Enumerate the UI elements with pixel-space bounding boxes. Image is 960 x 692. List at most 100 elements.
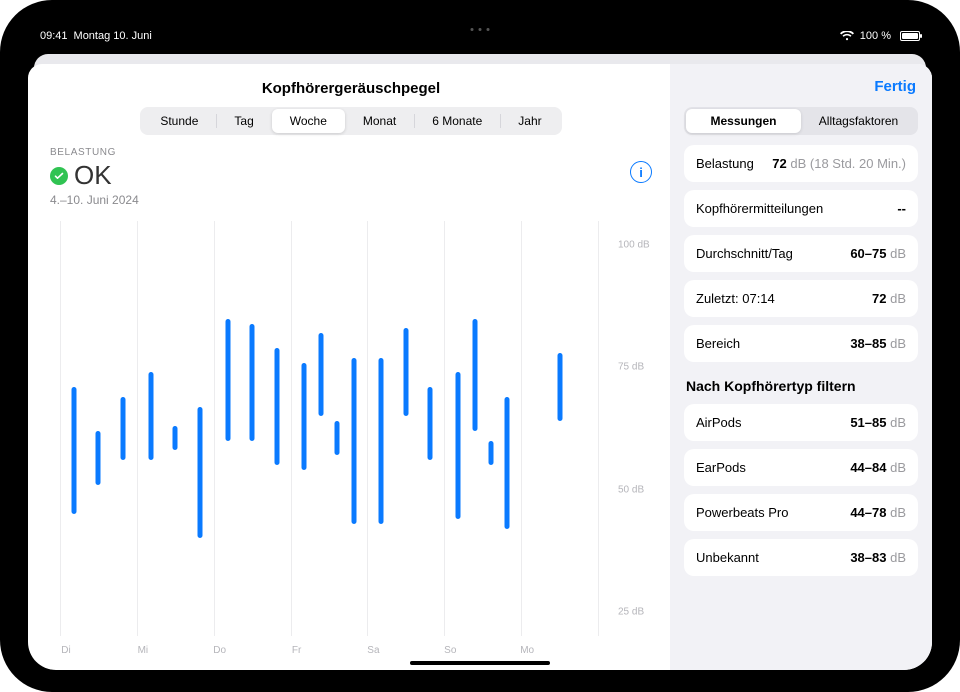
main-panel: Kopfhörergeräuschpegel StundeTagWocheMon… bbox=[28, 64, 670, 670]
filter-card-3-label: Unbekannt bbox=[696, 550, 759, 565]
timescale-monat[interactable]: Monat bbox=[345, 109, 414, 133]
date-range: 4.–10. Juni 2024 bbox=[50, 193, 139, 207]
range-bar[interactable] bbox=[121, 397, 126, 460]
filter-card-0[interactable]: AirPods 51–85 dB bbox=[684, 404, 918, 441]
x-tick-label: Sa bbox=[367, 645, 379, 656]
grid-line bbox=[521, 221, 522, 636]
metric-card-0[interactable]: Belastung 72 dB (18 Std. 20 Min.) bbox=[684, 145, 918, 182]
side-panel: Fertig MessungenAlltagsfaktoren Belastun… bbox=[670, 64, 932, 670]
filter-card-1-label: EarPods bbox=[696, 460, 746, 475]
battery-icon bbox=[897, 31, 920, 41]
range-bar[interactable] bbox=[148, 372, 153, 460]
metric-card-4-label: Bereich bbox=[696, 336, 740, 351]
battery-percent: 100 % bbox=[860, 30, 891, 42]
metric-card-4-value: 38–85 dB bbox=[850, 336, 906, 351]
status-bar: 09:41 Montag 10. Juni 100 % bbox=[22, 22, 938, 46]
page-title: Kopfhörergeräuschpegel bbox=[50, 76, 652, 107]
metric-card-1[interactable]: Kopfhörermitteilungen -- bbox=[684, 190, 918, 227]
x-tick-label: Mi bbox=[138, 645, 149, 656]
device-frame: 09:41 Montag 10. Juni 100 % Kopfhörerger… bbox=[0, 0, 960, 692]
filter-card-2-value: 44–78 dB bbox=[850, 505, 906, 520]
side-tab-messungen[interactable]: Messungen bbox=[686, 109, 801, 133]
info-button[interactable]: i bbox=[630, 161, 652, 183]
metric-card-2-label: Durchschnitt/Tag bbox=[696, 246, 793, 261]
filter-card-1-value: 44–84 dB bbox=[850, 460, 906, 475]
metric-card-4[interactable]: Bereich 38–85 dB bbox=[684, 325, 918, 362]
range-bar[interactable] bbox=[488, 441, 493, 465]
range-bar[interactable] bbox=[403, 328, 408, 416]
metric-card-1-value: -- bbox=[897, 201, 906, 216]
timescale-woche[interactable]: Woche bbox=[272, 109, 345, 133]
home-indicator[interactable] bbox=[410, 661, 550, 665]
grid-line bbox=[367, 221, 368, 636]
metric-card-3-label: Zuletzt: 07:14 bbox=[696, 291, 775, 306]
metric-card-3-value: 72 dB bbox=[872, 291, 906, 306]
range-bar[interactable] bbox=[318, 333, 323, 416]
filter-list: AirPods 51–85 dB EarPods 44–84 dB Powerbeats… bbox=[684, 404, 918, 576]
metrics-list: Belastung 72 dB (18 Std. 20 Min.) Kopfhöre… bbox=[684, 145, 918, 362]
x-tick-label: Di bbox=[61, 645, 70, 656]
metric-card-1-label: Kopfhörermitteilungen bbox=[696, 201, 823, 216]
screen: 09:41 Montag 10. Juni 100 % Kopfhörerger… bbox=[22, 22, 938, 670]
filter-section-header: Nach Kopfhörertyp filtern bbox=[684, 372, 918, 394]
grid-line bbox=[598, 221, 599, 636]
filter-card-0-value: 51–85 dB bbox=[850, 415, 906, 430]
metric-card-2-value: 60–75 dB bbox=[850, 246, 906, 261]
filter-card-2-label: Powerbeats Pro bbox=[696, 505, 789, 520]
metric-card-2[interactable]: Durchschnitt/Tag 60–75 dB bbox=[684, 235, 918, 272]
timescale-6-monate[interactable]: 6 Monate bbox=[414, 109, 500, 133]
y-tick-label: 50 dB bbox=[618, 484, 644, 495]
x-tick-label: Fr bbox=[292, 645, 301, 656]
timescale-tag[interactable]: Tag bbox=[216, 109, 271, 133]
x-tick-label: So bbox=[444, 645, 456, 656]
range-bar[interactable] bbox=[557, 353, 562, 421]
filter-card-2[interactable]: Powerbeats Pro 44–78 dB bbox=[684, 494, 918, 531]
range-bar[interactable] bbox=[250, 324, 255, 441]
range-bar[interactable] bbox=[173, 426, 178, 450]
range-bar[interactable] bbox=[428, 387, 433, 460]
y-tick-label: 100 dB bbox=[618, 240, 650, 251]
range-bar[interactable] bbox=[225, 319, 230, 441]
y-tick-label: 75 dB bbox=[618, 362, 644, 373]
range-bar[interactable] bbox=[302, 363, 307, 470]
range-bar[interactable] bbox=[505, 397, 510, 529]
range-bar[interactable] bbox=[197, 407, 202, 539]
status-ok-icon bbox=[50, 167, 68, 185]
exposure-label: BELASTUNG bbox=[50, 147, 139, 158]
timescale-segmented-control[interactable]: StundeTagWocheMonat6 MonateJahr bbox=[140, 107, 561, 135]
filter-card-3[interactable]: Unbekannt 38–83 dB bbox=[684, 539, 918, 576]
side-tab-alltagsfaktoren[interactable]: Alltagsfaktoren bbox=[801, 109, 916, 133]
modal-sheet: Kopfhörergeräuschpegel StundeTagWocheMon… bbox=[28, 64, 932, 670]
filter-card-3-value: 38–83 dB bbox=[850, 550, 906, 565]
wifi-icon bbox=[840, 31, 854, 41]
grid-line bbox=[444, 221, 445, 636]
multitask-dots-icon[interactable] bbox=[471, 28, 490, 31]
range-bar[interactable] bbox=[335, 421, 340, 455]
x-tick-label: Do bbox=[213, 645, 226, 656]
range-bar[interactable] bbox=[71, 387, 76, 514]
range-bar[interactable] bbox=[379, 358, 384, 524]
timescale-jahr[interactable]: Jahr bbox=[500, 109, 559, 133]
range-bar[interactable] bbox=[456, 372, 461, 518]
timescale-stunde[interactable]: Stunde bbox=[142, 109, 216, 133]
metric-card-0-label: Belastung bbox=[696, 156, 754, 171]
x-tick-label: Mo bbox=[520, 645, 534, 656]
range-bar[interactable] bbox=[274, 348, 279, 465]
metric-card-3[interactable]: Zuletzt: 07:14 72 dB bbox=[684, 280, 918, 317]
range-bar[interactable] bbox=[96, 431, 101, 485]
range-bar[interactable] bbox=[472, 319, 477, 431]
status-date: Montag 10. Juni bbox=[74, 30, 152, 42]
status-text: OK bbox=[74, 160, 112, 191]
done-button[interactable]: Fertig bbox=[684, 76, 918, 97]
side-segmented-control[interactable]: MessungenAlltagsfaktoren bbox=[684, 107, 918, 135]
grid-line bbox=[137, 221, 138, 636]
status-time: 09:41 bbox=[40, 30, 68, 42]
filter-card-0-label: AirPods bbox=[696, 415, 742, 430]
filter-card-1[interactable]: EarPods 44–84 dB bbox=[684, 449, 918, 486]
y-tick-label: 25 dB bbox=[618, 606, 644, 617]
chart[interactable]: Di Mi Do Fr Sa So Mo 25 dB 50 dB 75 dB 100 dB bbox=[50, 211, 652, 660]
metric-card-0-value: 72 dB (18 Std. 20 Min.) bbox=[772, 156, 906, 171]
range-bar[interactable] bbox=[351, 358, 356, 524]
grid-line bbox=[291, 221, 292, 636]
grid-line bbox=[214, 221, 215, 636]
